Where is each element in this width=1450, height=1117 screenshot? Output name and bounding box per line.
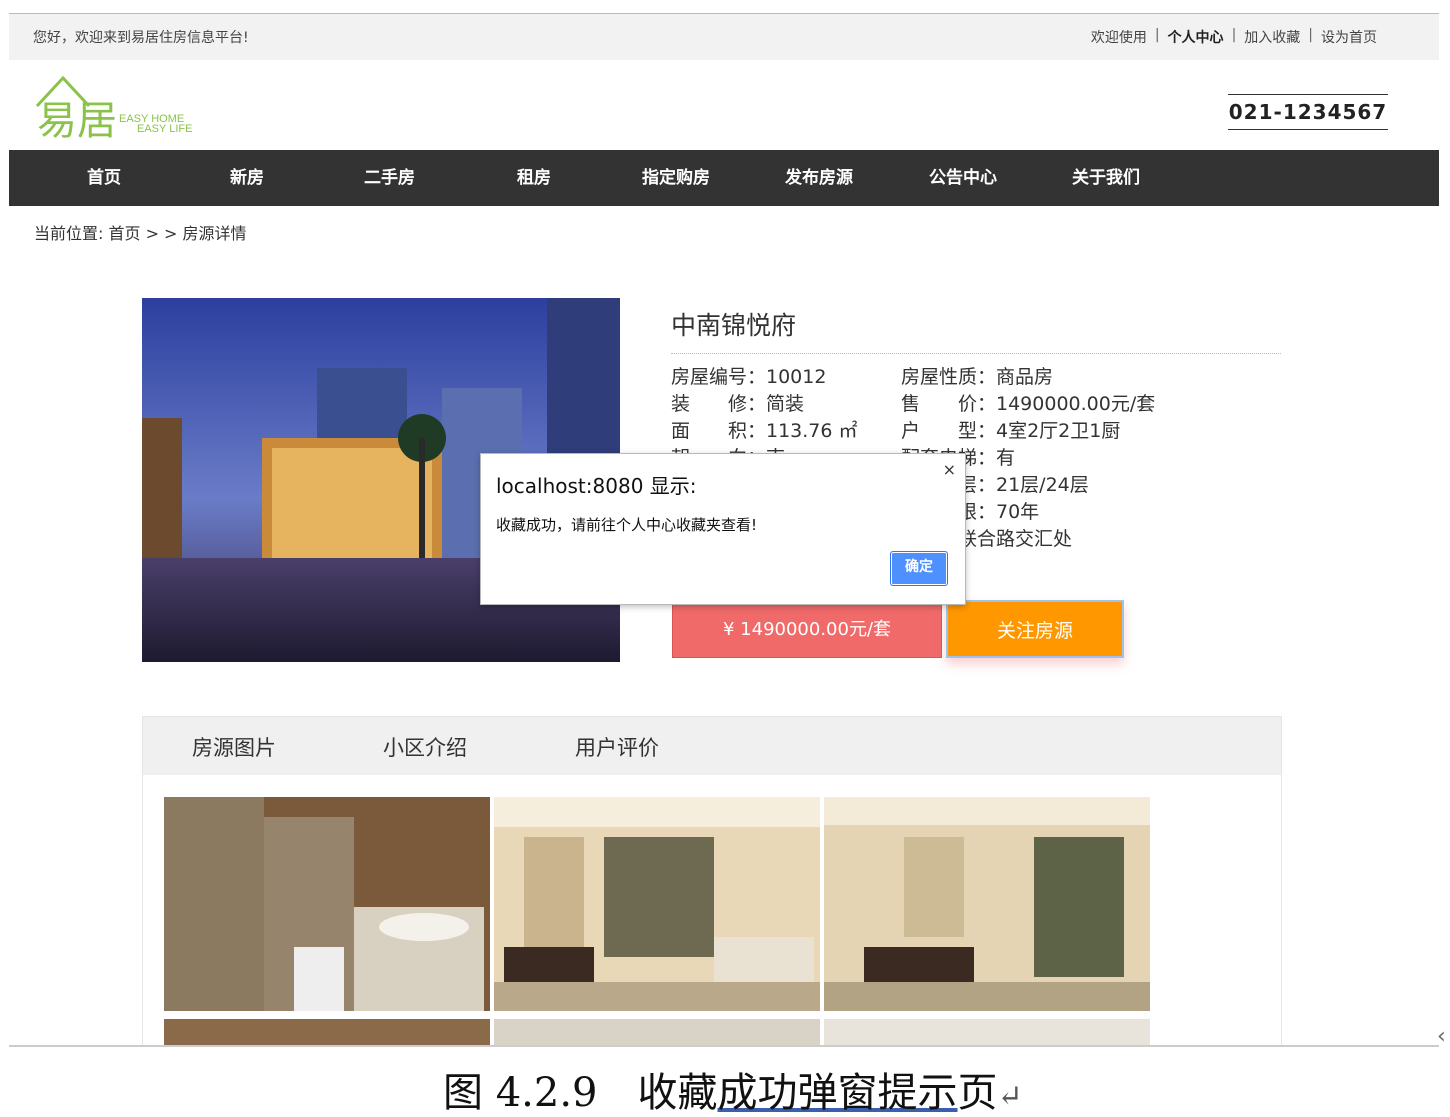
caption-prefix: 图 4.2.9 bbox=[443, 1070, 638, 1116]
tab-user-reviews[interactable]: 用户评价 bbox=[575, 717, 659, 779]
tab-community-intro[interactable]: 小区介绍 bbox=[383, 717, 467, 779]
info-area: 面 积：113.76 ㎡ bbox=[671, 420, 858, 442]
gallery-image[interactable] bbox=[824, 797, 1150, 1011]
gallery-image[interactable] bbox=[494, 797, 820, 1011]
welcome-text: 您好，欢迎来到易居住房信息平台! bbox=[33, 30, 249, 46]
info-house-no: 房屋编号：10012 bbox=[671, 366, 827, 388]
return-mark-icon: ↵ bbox=[997, 1079, 1023, 1114]
page-bottom-rule bbox=[9, 1045, 1439, 1047]
figure-caption: 图 4.2.9 收藏成功弹窗提示页↵ bbox=[443, 1060, 1023, 1117]
nav-item-designated-purchase[interactable]: 指定购房 bbox=[642, 150, 710, 206]
caption-text-a: 收藏 bbox=[637, 1070, 718, 1116]
nav-item-publish[interactable]: 发布房源 bbox=[785, 150, 853, 206]
price-button[interactable]: ¥ 1490000.00元/套 bbox=[672, 600, 942, 658]
link-user-center[interactable]: 个人中心 bbox=[1162, 27, 1230, 47]
nav-item-home[interactable]: 首页 bbox=[87, 150, 121, 206]
info-nature: 房屋性质：商品房 bbox=[901, 366, 1054, 388]
site-header: 易居 EASY HOME EASY LIFE 021-1234567 bbox=[9, 60, 1439, 150]
top-bar: 您好，欢迎来到易居住房信息平台! 欢迎使用 | 个人中心 | 加入收藏 | 设为… bbox=[9, 14, 1439, 60]
gallery-image[interactable] bbox=[164, 797, 490, 1011]
tab-property-images[interactable]: 房源图片 bbox=[192, 717, 276, 779]
nav-item-announcements[interactable]: 公告中心 bbox=[929, 150, 997, 206]
nav-item-about[interactable]: 关于我们 bbox=[1072, 150, 1140, 206]
logo-text: 易居 bbox=[37, 98, 117, 138]
dialog-title: localhost:8080 显示: bbox=[496, 474, 697, 498]
link-welcome[interactable]: 欢迎使用 bbox=[1085, 27, 1153, 47]
property-title: 中南锦悦府 bbox=[671, 311, 797, 340]
link-add-favorite[interactable]: 加入收藏 bbox=[1238, 27, 1306, 47]
info-decoration: 装 修：简装 bbox=[671, 393, 805, 415]
gallery-image[interactable] bbox=[494, 1019, 820, 1045]
tab-bar: 房源图片 小区介绍 用户评价 bbox=[143, 717, 1281, 775]
link-set-homepage[interactable]: 设为首页 bbox=[1315, 27, 1383, 47]
top-links: 欢迎使用 | 个人中心 | 加入收藏 | 设为首页 bbox=[1085, 27, 1383, 47]
follow-property-button[interactable]: 关注房源 bbox=[946, 600, 1124, 658]
breadcrumb: 当前位置: 首页 > > 房源详情 bbox=[34, 224, 247, 243]
nav-item-rent[interactable]: 租房 bbox=[517, 150, 551, 206]
caption-text-b: 成功弹窗提示 bbox=[717, 1070, 958, 1116]
dialog-ok-button[interactable]: 确定 bbox=[890, 551, 948, 586]
info-price: 售 价：1490000.00元/套 bbox=[901, 393, 1156, 415]
close-icon[interactable]: × bbox=[943, 460, 956, 479]
detail-tabs: 房源图片 小区介绍 用户评价 bbox=[142, 716, 1282, 1046]
nav-item-new-house[interactable]: 新房 bbox=[230, 150, 264, 206]
caption-text-c: 页 bbox=[957, 1070, 998, 1116]
info-layout: 户 型：4室2厅2卫1厨 bbox=[901, 420, 1121, 442]
site-logo[interactable]: 易居 EASY HOME EASY LIFE bbox=[33, 72, 203, 138]
alert-dialog: localhost:8080 显示: × 收藏成功，请前往个人中心收藏夹查看! … bbox=[480, 453, 966, 605]
dialog-message: 收藏成功，请前往个人中心收藏夹查看! bbox=[496, 516, 758, 534]
gallery-image[interactable] bbox=[824, 1019, 1150, 1045]
separator: | bbox=[1154, 27, 1160, 43]
title-divider bbox=[671, 353, 1281, 354]
nav-item-second-hand[interactable]: 二手房 bbox=[364, 150, 415, 206]
property-info: 中南锦悦府 房屋编号：10012 房屋性质：商品房 装 修：简装 售 价：149… bbox=[671, 298, 1281, 550]
logo-en-2: EASY LIFE bbox=[137, 123, 192, 135]
gallery-image[interactable] bbox=[164, 1019, 490, 1045]
separator: | bbox=[1308, 27, 1313, 43]
chevron-left-icon: ‹ bbox=[1437, 1024, 1446, 1049]
hotline-phone: 021-1234567 bbox=[1228, 94, 1388, 130]
main-nav: 首页 新房 二手房 租房 指定购房 发布房源 公告中心 关于我们 bbox=[9, 150, 1439, 206]
separator: | bbox=[1231, 27, 1237, 43]
